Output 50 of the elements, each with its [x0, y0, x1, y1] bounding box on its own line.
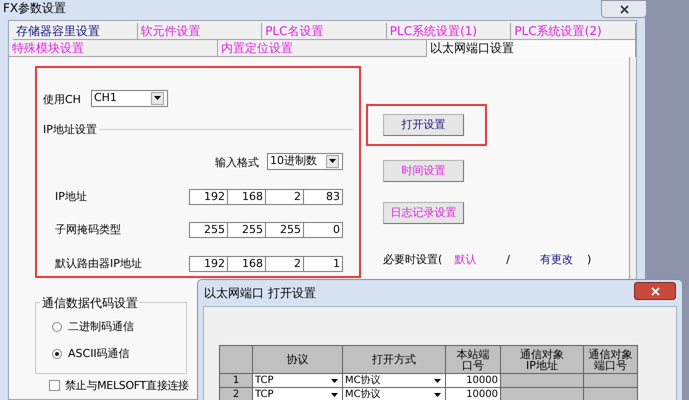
legend-separator: /: [506, 252, 510, 268]
open-method-select[interactable]: MC协议: [343, 388, 446, 400]
checkbox-label: 禁止与MELSOFT直接连接: [65, 379, 189, 392]
dialog-title: 以太网端口 打开设置: [204, 285, 316, 302]
format-label: 输入格式: [215, 155, 259, 171]
tab[interactable]: 存储器容里设置: [13, 23, 138, 40]
radio-button[interactable]: [52, 322, 62, 332]
row-number-cell: 2: [220, 388, 253, 400]
table-header-cell: 通信对象端口号: [584, 346, 638, 374]
close-button[interactable]: [634, 282, 676, 300]
tab[interactable]: 以太网端口设置: [427, 40, 636, 57]
close-icon: [620, 4, 628, 14]
caret-icon: [434, 392, 441, 396]
channel-select[interactable]: CH1: [90, 90, 168, 107]
radio-button[interactable]: [52, 348, 62, 359]
legend-text: 必要时设置(: [383, 252, 442, 268]
table-header-cell: 协议: [253, 346, 343, 374]
caret-icon: [154, 96, 161, 100]
group-title: IP地址设置: [43, 122, 97, 138]
port-field[interactable]: 10000: [446, 388, 501, 400]
protocol-select[interactable]: TCP: [253, 374, 343, 388]
caret-icon: [331, 392, 338, 396]
legend-text: ): [587, 252, 592, 268]
field-label: 默认路由器IP地址: [55, 256, 142, 272]
window-title: FX参数设置: [2, 0, 66, 16]
group-title: 通信数据代码设置: [40, 294, 140, 312]
row-number-cell: 1: [220, 374, 253, 388]
table-cell: [584, 388, 638, 400]
caret-icon: [434, 378, 441, 382]
table-header-cell: 通信对象IP地址: [501, 346, 584, 374]
radio-label: ASCII码通信: [68, 346, 130, 362]
table-header-cell: 打开方式: [343, 346, 446, 374]
legend-changed: 有更改: [540, 252, 574, 268]
checkbox[interactable]: [49, 380, 60, 391]
port-field[interactable]: 10000: [446, 374, 501, 388]
table-header-cell: 本站端口号: [446, 346, 501, 374]
close-button[interactable]: [601, 0, 647, 18]
caret-icon: [331, 378, 338, 382]
radio-label: 二进制码通信: [68, 319, 134, 335]
caret-icon: [329, 159, 336, 164]
legend-default: 默认: [454, 252, 476, 268]
field-label: IP地址: [55, 188, 87, 204]
table-cell: [584, 374, 638, 388]
format-select[interactable]: 10进制数: [267, 152, 343, 170]
protocol-select[interactable]: TCP: [253, 388, 343, 400]
channel-label: 使用CH: [43, 92, 81, 108]
close-icon: [650, 286, 660, 296]
open-method-select[interactable]: MC协议: [343, 374, 446, 388]
field-label: 子网掩码类型: [55, 222, 121, 238]
settings-button[interactable]: 打开设置: [383, 114, 464, 136]
